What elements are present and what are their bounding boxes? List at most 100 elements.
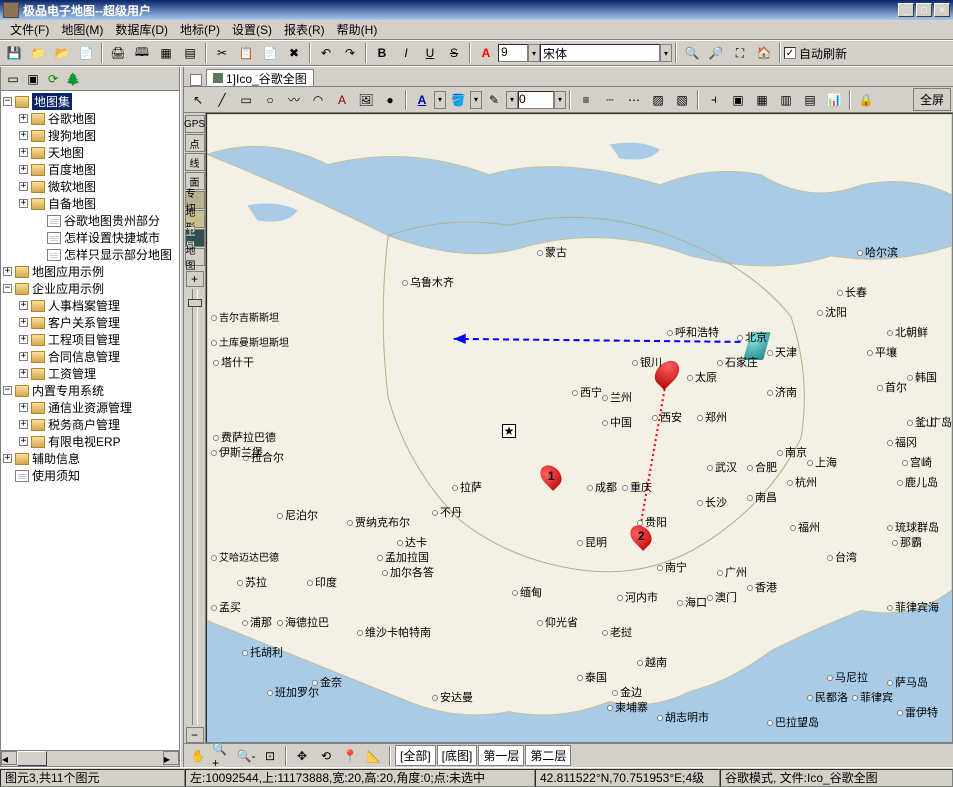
save-icon[interactable]: 💾 bbox=[3, 42, 25, 64]
collapse-all-icon[interactable]: ▭ bbox=[4, 70, 22, 88]
redo-icon[interactable]: ↷ bbox=[339, 42, 361, 64]
tree-child[interactable]: 合同信息管理 bbox=[48, 348, 120, 365]
circle-icon[interactable]: ○ bbox=[259, 89, 281, 111]
paste-icon[interactable]: 📄 bbox=[259, 42, 281, 64]
file-icon[interactable]: 📄 bbox=[75, 42, 97, 64]
arc-icon[interactable]: ◠ bbox=[307, 89, 329, 111]
menu-settings[interactable]: 设置(S) bbox=[226, 19, 278, 40]
expand-icon[interactable]: ▣ bbox=[24, 70, 42, 88]
tree-child[interactable]: 工资管理 bbox=[48, 365, 96, 382]
rotate-icon[interactable]: ⟲ bbox=[315, 745, 337, 767]
line-solid-icon[interactable]: ≡ bbox=[575, 89, 597, 111]
hatch1-icon[interactable]: ▨ bbox=[647, 89, 669, 111]
italic-button[interactable]: I bbox=[395, 42, 417, 64]
font-size-input[interactable]: 9 bbox=[498, 44, 528, 62]
cut-icon[interactable]: ✂ bbox=[211, 42, 233, 64]
text-tool-icon[interactable]: A bbox=[331, 89, 353, 111]
gps-button[interactable]: GPS bbox=[185, 115, 205, 133]
line-icon[interactable]: ╱ bbox=[211, 89, 233, 111]
tree-item[interactable]: 百度地图 bbox=[48, 161, 96, 178]
tree-doc[interactable]: 怎样只显示部分地图 bbox=[64, 246, 172, 263]
tree-app[interactable]: 内置专用系统 bbox=[32, 382, 104, 399]
tree-root[interactable]: 地图集 bbox=[32, 93, 72, 110]
zoom-in-icon[interactable]: 🔍 bbox=[681, 42, 703, 64]
zoom-plus-button[interactable]: + bbox=[186, 271, 204, 287]
tree-item[interactable]: 谷歌地图 bbox=[48, 110, 96, 127]
copy-icon[interactable]: 📋 bbox=[235, 42, 257, 64]
tree-doc[interactable]: 怎样设置快捷城市 bbox=[64, 229, 160, 246]
font-name-select[interactable]: 宋体 bbox=[540, 44, 660, 62]
fullscreen-button[interactable]: 全屏 bbox=[913, 88, 951, 111]
line-dot-icon[interactable]: ⋯ bbox=[623, 89, 645, 111]
text-color-icon[interactable]: A bbox=[411, 89, 433, 111]
zoomIn2-icon[interactable]: 🔍+ bbox=[211, 745, 233, 767]
print-icon[interactable]: 🖨 bbox=[107, 42, 129, 64]
zoomOut2-icon[interactable]: 🔍- bbox=[235, 745, 257, 767]
map-tab[interactable]: 1]Ico_谷歌全图 bbox=[206, 69, 314, 86]
home-icon[interactable]: 🏠 bbox=[753, 42, 775, 64]
delete-icon[interactable]: ✖ bbox=[283, 42, 305, 64]
tree-app[interactable]: 企业应用示例 bbox=[32, 280, 104, 297]
minimize-button[interactable]: _ bbox=[898, 3, 914, 17]
measure-icon[interactable]: 📐 bbox=[363, 745, 385, 767]
table-icon[interactable]: ▤ bbox=[179, 42, 201, 64]
layer4-icon[interactable]: ▤ bbox=[799, 89, 821, 111]
zoom-out-icon[interactable]: 🔎 bbox=[705, 42, 727, 64]
align-icon[interactable]: ⫞ bbox=[703, 89, 725, 111]
rect-icon[interactable]: ▭ bbox=[235, 89, 257, 111]
pan-icon[interactable]: ✋ bbox=[187, 745, 209, 767]
line-dash-icon[interactable]: ┈ bbox=[599, 89, 621, 111]
underline-button[interactable]: U bbox=[419, 42, 441, 64]
tree-view[interactable]: −地图集 +谷歌地图 +搜狗地图 +天地图 +百度地图 +微软地图 +自备地图 … bbox=[1, 91, 179, 750]
auto-refresh-checkbox[interactable]: ✓ bbox=[784, 47, 796, 59]
menu-database[interactable]: 数据库(D) bbox=[109, 19, 174, 40]
menu-file[interactable]: 文件(F) bbox=[4, 19, 55, 40]
menu-report[interactable]: 报表(R) bbox=[278, 19, 331, 40]
tab-checkbox[interactable] bbox=[190, 74, 202, 86]
fill-color-icon[interactable]: 🪣 bbox=[447, 89, 469, 111]
tree-item[interactable]: 天地图 bbox=[48, 144, 84, 161]
layer1-icon[interactable]: ▣ bbox=[727, 89, 749, 111]
layer-tab-base[interactable]: [底图] bbox=[437, 745, 478, 766]
tree-child[interactable]: 税务商户管理 bbox=[48, 416, 120, 433]
chart-icon[interactable]: 📊 bbox=[823, 89, 845, 111]
tree-child[interactable]: 工程项目管理 bbox=[48, 331, 120, 348]
bold-button[interactable]: B bbox=[371, 42, 393, 64]
marker-icon[interactable]: ● bbox=[379, 89, 401, 111]
point-button[interactable]: 点 bbox=[185, 134, 205, 152]
layer-tab-2[interactable]: 第二层 bbox=[525, 745, 571, 766]
layer2-icon[interactable]: ▦ bbox=[751, 89, 773, 111]
tree-app[interactable]: 辅助信息 bbox=[32, 450, 80, 467]
zoom-minus-button[interactable]: − bbox=[186, 727, 204, 743]
fit-icon[interactable]: ⊡ bbox=[259, 745, 281, 767]
hatch2-icon[interactable]: ▧ bbox=[671, 89, 693, 111]
preview-icon[interactable]: 🕮 bbox=[131, 42, 153, 64]
line-color-icon[interactable]: ✎ bbox=[483, 89, 505, 111]
lock-icon[interactable]: 🔒 bbox=[855, 89, 877, 111]
zoom-fit-icon[interactable]: ⛶ bbox=[729, 42, 751, 64]
sidebar-scrollbar[interactable]: ◂▸ bbox=[1, 750, 179, 766]
star-marker[interactable]: ★ bbox=[502, 424, 516, 438]
strike-button[interactable]: S bbox=[443, 42, 465, 64]
menu-map[interactable]: 地图(M) bbox=[55, 19, 109, 40]
tree-item[interactable]: 微软地图 bbox=[48, 178, 96, 195]
maximize-button[interactable]: □ bbox=[916, 3, 932, 17]
layer3-icon[interactable]: ▥ bbox=[775, 89, 797, 111]
tree-child[interactable]: 有限电视ERP bbox=[48, 433, 121, 450]
grid-icon[interactable]: ▦ bbox=[155, 42, 177, 64]
tree-child[interactable]: 客户关系管理 bbox=[48, 314, 120, 331]
menu-help[interactable]: 帮助(H) bbox=[331, 19, 384, 40]
tree-icon[interactable]: 🌲 bbox=[64, 70, 82, 88]
freehand-icon[interactable]: 〰 bbox=[283, 89, 305, 111]
drag-icon[interactable]: ✥ bbox=[291, 745, 313, 767]
font-size-dropdown[interactable]: ▾ bbox=[528, 44, 540, 62]
tree-app[interactable]: 地图应用示例 bbox=[32, 263, 104, 280]
tree-item[interactable]: 搜狗地图 bbox=[48, 127, 96, 144]
menu-landmark[interactable]: 地标(P) bbox=[174, 19, 226, 40]
color-value[interactable]: 0 bbox=[518, 91, 554, 109]
refresh-tree-icon[interactable]: ⟳ bbox=[44, 70, 62, 88]
map-button[interactable]: 地图 bbox=[185, 248, 205, 266]
close-button[interactable]: × bbox=[934, 3, 950, 17]
map-canvas[interactable]: ★ 1 2 乌鲁木齐 蒙古 哈尔滨 长春 沈阳 北朝鲜 平壤 首尔 韩国 釜山 … bbox=[206, 113, 953, 743]
pointer-icon[interactable]: ↖ bbox=[187, 89, 209, 111]
